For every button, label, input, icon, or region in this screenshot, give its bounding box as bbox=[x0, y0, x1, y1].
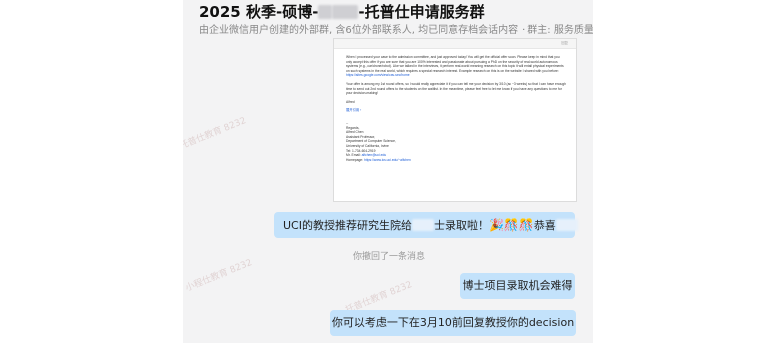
group-title: 2025 秋季-硕博- -托普仕申请服务群 bbox=[199, 3, 485, 21]
celebration-emoji: 🎉🎊🎊 bbox=[488, 218, 534, 232]
email-screenshot-image[interactable]: 回复 When I processed your case to the adm… bbox=[333, 38, 577, 202]
recalled-message-notice: 你撤回了一条消息 bbox=[353, 252, 426, 262]
email-reply-link: 回复 bbox=[561, 41, 568, 45]
watermark: 托普仕教育 8232 bbox=[183, 116, 248, 152]
redacted-name bbox=[332, 5, 359, 19]
watermark: 小程仕教育 8232 bbox=[184, 258, 254, 294]
redacted-text bbox=[555, 219, 578, 231]
redacted-text bbox=[411, 219, 434, 231]
email-paragraph: When I processed your case to the admiss… bbox=[346, 55, 564, 78]
redacted-name bbox=[318, 5, 333, 19]
email-closing: Alfred bbox=[346, 99, 355, 104]
message-bubble[interactable]: 你可以考虑一下在3月10前回复教授你的decision bbox=[330, 310, 576, 336]
email-signature: -- Regards, Alfred Chen Assistant Profes… bbox=[346, 120, 411, 162]
email-paragraph: Your offer is among my 1st round offers,… bbox=[346, 81, 566, 96]
email-expand-quote: 展开引用 › bbox=[346, 108, 362, 113]
message-bubble[interactable]: 博士项目录取机会难得 bbox=[460, 273, 575, 299]
group-owner-tag: 群主: 服务质量监督 bbox=[527, 25, 593, 36]
group-subtitle: 由企业微信用户创建的外部群, 含6位外部联系人, 均已同意存档会话内容 · 群主: … bbox=[199, 21, 593, 36]
chat-panel: 2025 秋季-硕博- -托普仕申请服务群 由企业微信用户创建的外部群, 含6位外… bbox=[183, 0, 593, 343]
email-header-bar: 回复 bbox=[334, 39, 576, 49]
message-bubble[interactable]: UCI的教授推荐研究生院给 士录取啦！🎉🎊🎊恭喜 bbox=[274, 212, 578, 238]
